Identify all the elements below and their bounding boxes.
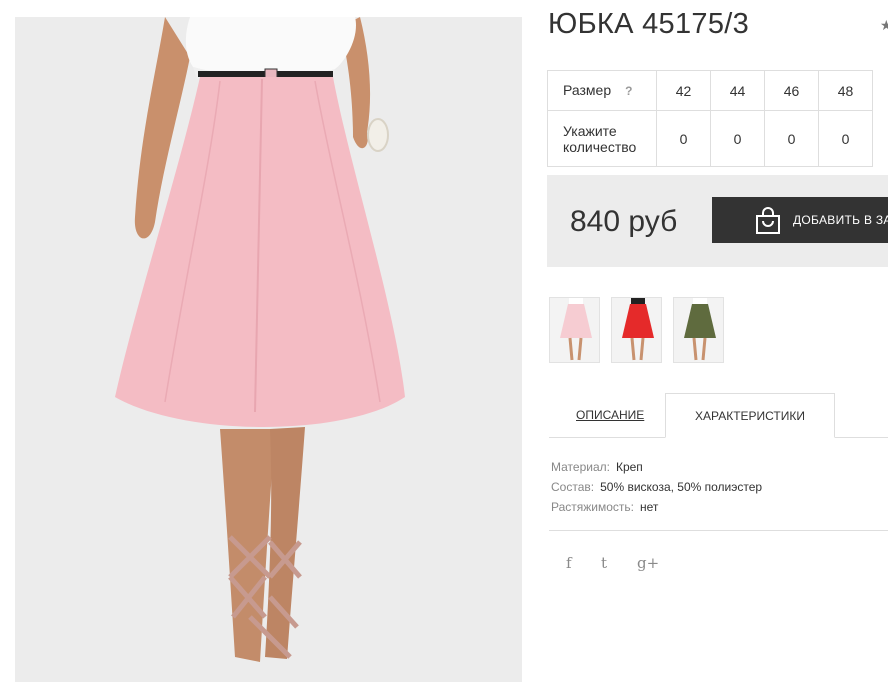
quantity-row: Укажите количество 0 0 0 0 xyxy=(547,110,873,167)
spec-key: Состав: xyxy=(551,480,595,494)
product-price: 840 руб xyxy=(570,205,678,238)
size-46: 46 xyxy=(764,70,819,111)
google-plus-icon[interactable]: g+ xyxy=(637,554,659,572)
quantity-label-line1: Укажите xyxy=(563,122,617,139)
price-panel: 840 руб ДОБАВИТЬ В ЗА xyxy=(547,175,888,267)
size-label-cell: Размер? xyxy=(547,70,657,111)
quantity-input-44[interactable]: 0 xyxy=(710,110,765,167)
quantity-input-48[interactable]: 0 xyxy=(818,110,873,167)
product-specs: Материал: Креп Состав: 50% вискоза, 50% по… xyxy=(551,457,762,517)
size-42: 42 xyxy=(656,70,711,111)
spec-composition: Состав: 50% вискоза, 50% полиэстер xyxy=(551,477,762,497)
size-44: 44 xyxy=(710,70,765,111)
size-row: Размер? 42 44 46 48 xyxy=(547,70,873,111)
social-divider xyxy=(549,530,888,531)
thumbnail-red[interactable] xyxy=(611,297,662,363)
spec-stretch: Растяжимость: нет xyxy=(551,497,762,517)
spec-value: Креп xyxy=(615,460,643,474)
size-table: Размер? 42 44 46 48 Укажите количество 0… xyxy=(547,70,873,167)
tab-characteristics[interactable]: ХАРАКТЕРИСТИКИ xyxy=(665,393,835,438)
favorite-star-icon[interactable]: ★ xyxy=(880,17,888,34)
thumbnail-olive[interactable] xyxy=(673,297,724,363)
size-help-icon[interactable]: ? xyxy=(625,84,632,98)
add-to-cart-button[interactable]: ДОБАВИТЬ В ЗА xyxy=(712,197,888,243)
twitter-icon[interactable]: t xyxy=(601,554,607,572)
product-title: ЮБКА 45175/3 xyxy=(548,8,750,40)
spec-material: Материал: Креп xyxy=(551,457,762,477)
spec-value: нет xyxy=(640,500,659,514)
quantity-input-46[interactable]: 0 xyxy=(764,110,819,167)
spec-key: Растяжимость: xyxy=(551,500,635,514)
shopping-bag-icon xyxy=(754,207,782,240)
thumbnail-pink[interactable] xyxy=(549,297,600,363)
facebook-icon[interactable]: f xyxy=(566,554,572,572)
size-label: Размер xyxy=(563,82,612,98)
add-to-cart-label: ДОБАВИТЬ В ЗА xyxy=(793,213,888,227)
quantity-label-cell: Укажите количество xyxy=(547,110,657,167)
quantity-label-line2: количество xyxy=(563,138,637,155)
spec-key: Материал: xyxy=(551,460,610,474)
spec-value: 50% вискоза, 50% полиэстер xyxy=(600,480,763,494)
tab-description[interactable]: ОПИСАНИЕ xyxy=(576,408,644,422)
quantity-input-42[interactable]: 0 xyxy=(656,110,711,167)
product-main-photo xyxy=(15,17,522,682)
size-48: 48 xyxy=(818,70,873,111)
